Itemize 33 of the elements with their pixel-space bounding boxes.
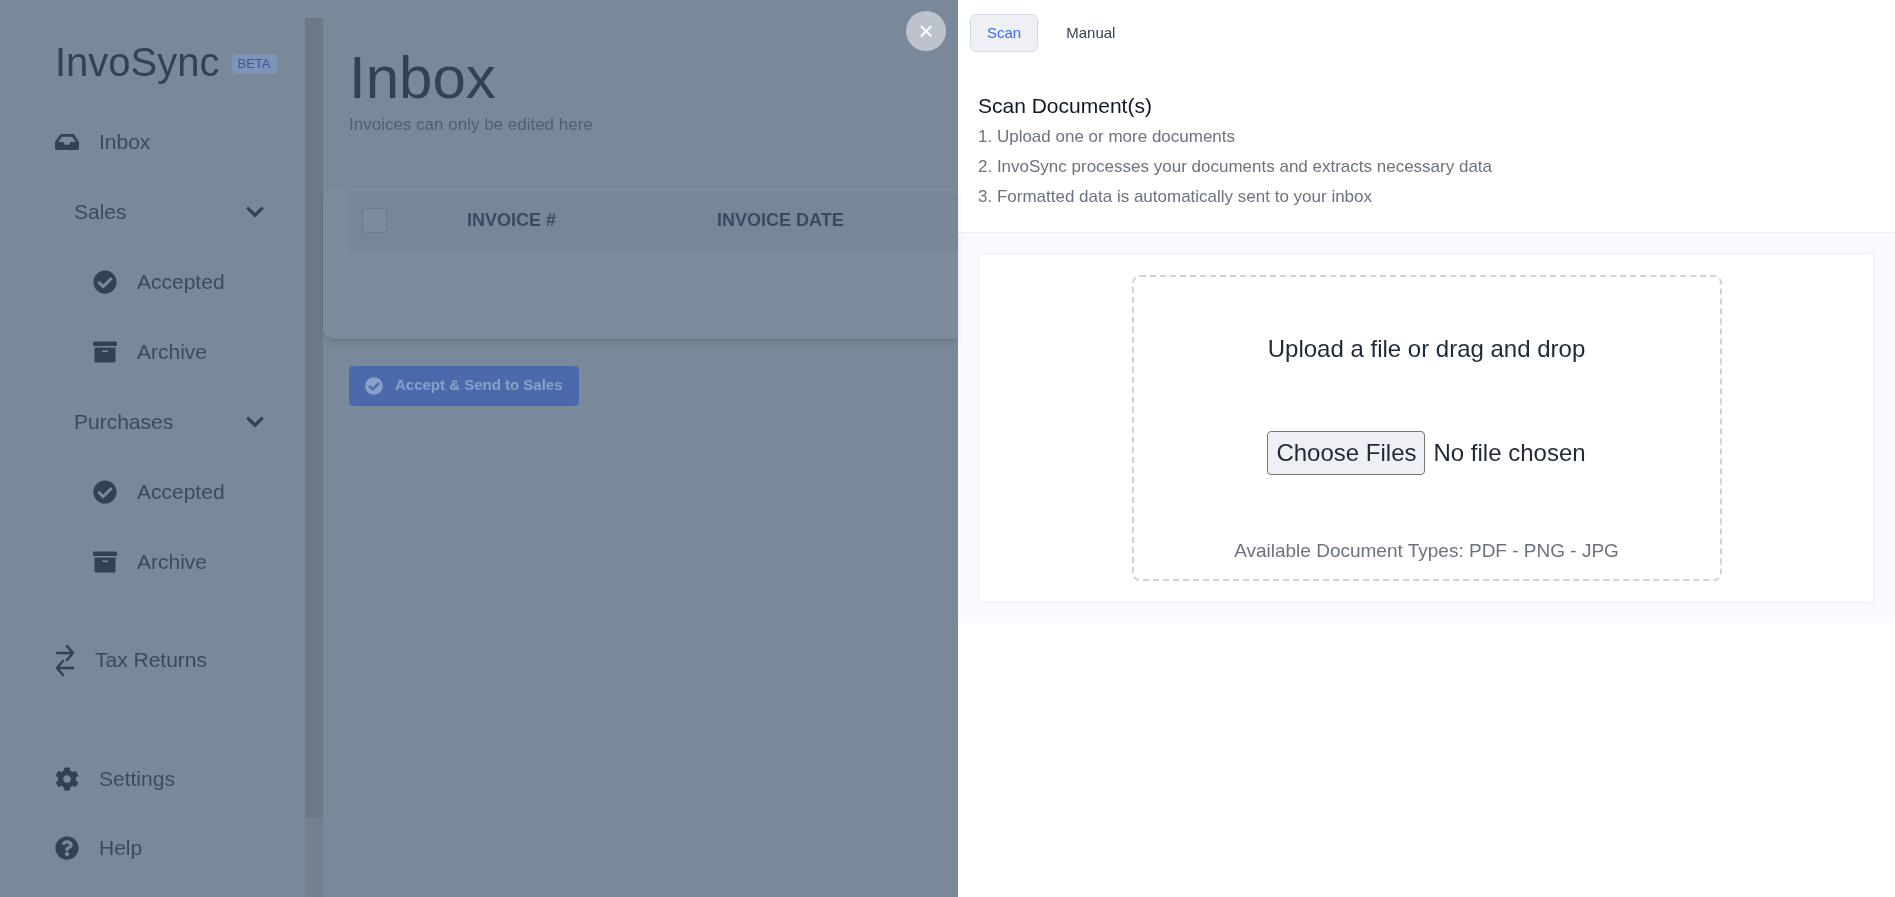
sidebar-item[interactable]: Inbox	[0, 122, 305, 162]
instruction-step: 1. Upload one or more documents	[978, 121, 1895, 152]
scrollbar[interactable]	[305, 0, 323, 897]
sidebar-group-toggle[interactable]: Sales	[0, 192, 305, 232]
app-logo: InvoSync	[55, 42, 220, 82]
tab[interactable]: Scan	[970, 14, 1039, 52]
sidebar-item[interactable]: Archive	[0, 542, 305, 582]
sidebar-item[interactable]: Help	[0, 828, 305, 868]
file-status: No file chosen	[1433, 437, 1586, 468]
beta-badge: BETA	[231, 54, 277, 74]
sidebar-group-toggle[interactable]: Purchases	[0, 402, 305, 442]
upload-prompt: Upload a file or drag and drop	[1267, 333, 1586, 364]
instruction-step: 2. InvoSync processes your documents and extracts necessary data	[978, 151, 1895, 182]
archive-box-icon	[93, 340, 117, 364]
sidebar-item[interactable]: Tax Returns	[0, 640, 305, 680]
page-title: Inbox	[349, 48, 497, 108]
instruction-step: 3. Formatted data is automatically sent to your inbox	[978, 181, 1895, 212]
settings-icon	[55, 767, 79, 791]
document-types: Available Document Types: PDF - PNG - JPG	[1234, 538, 1619, 563]
sidebar-item[interactable]: Accepted	[0, 472, 305, 512]
choose-files-button[interactable]: Choose Files	[1267, 430, 1426, 475]
close-button[interactable]: ×	[906, 11, 946, 51]
sidebar-item[interactable]: Settings	[0, 759, 305, 799]
sidebar-item[interactable]: Accepted	[0, 262, 305, 302]
drop-zone[interactable]: Upload a file or drag and drop Choose Files No file chosen Available Document Types: PDF - PNG - JPG	[1131, 274, 1722, 581]
section-heading: Scan Document(s)	[978, 93, 1153, 119]
column-header: INVOICE DATE	[717, 209, 844, 232]
help-icon	[55, 836, 79, 860]
accept-send-button[interactable]: Accept & Send to Sales	[349, 365, 579, 406]
sidebar-item[interactable]: Archive	[0, 332, 305, 372]
column-header: INVOICE #	[467, 209, 558, 232]
archive-box-icon	[93, 550, 117, 574]
tab[interactable]: Manual	[1050, 14, 1132, 52]
